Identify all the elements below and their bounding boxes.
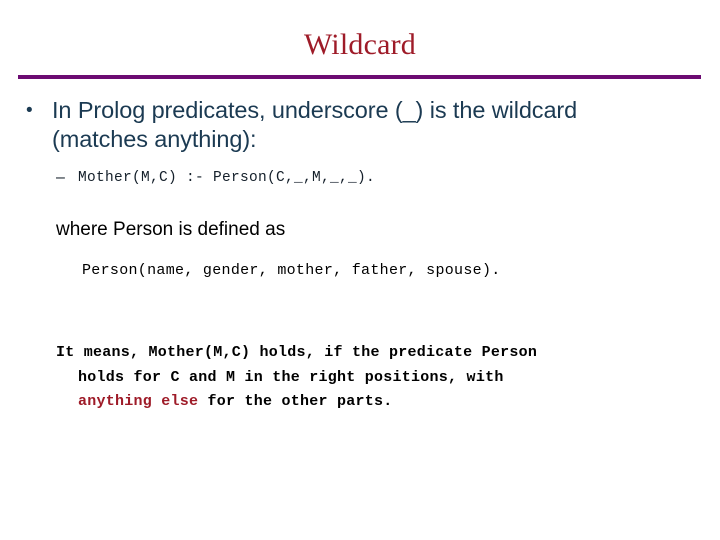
explanation-highlight: anything else (78, 393, 199, 410)
bullet-item-primary: • In Prolog predicates, underscore (_) i… (0, 96, 720, 154)
explanation-line-1: It means, Mother(M,C) holds, if the pred… (56, 344, 538, 361)
explanation-line-3-rest: for the other parts. (198, 393, 393, 410)
prolog-rule-code: Mother(M,C) :- Person(C,_,M,_,_). (78, 170, 376, 186)
slide-body: • In Prolog predicates, underscore (_) i… (0, 96, 720, 415)
bullet-line-2: (matches anything): (52, 126, 257, 152)
bullet-dash-icon: – (56, 169, 66, 186)
page-title: Wildcard (303, 28, 416, 61)
where-clause-text: where Person is defined as (56, 219, 286, 240)
bullet-dot-icon: • (26, 100, 33, 121)
person-signature-code: Person(name, gender, mother, father, spo… (82, 262, 501, 279)
title-divider (18, 75, 701, 79)
sub-bullet-item-code: – Mother(M,C) :- Person(C,_,M,_,_). (0, 168, 720, 188)
explanation-line-3: anything else for the other parts. (56, 390, 690, 415)
explanation-line-2: holds for C and M in the right positions… (78, 368, 504, 386)
bullet-line-1: In Prolog predicates, underscore (_) is … (52, 97, 578, 123)
explanation-paragraph: It means, Mother(M,C) holds, if the pred… (0, 341, 720, 415)
slide: Wildcard • In Prolog predicates, undersc… (0, 0, 720, 540)
